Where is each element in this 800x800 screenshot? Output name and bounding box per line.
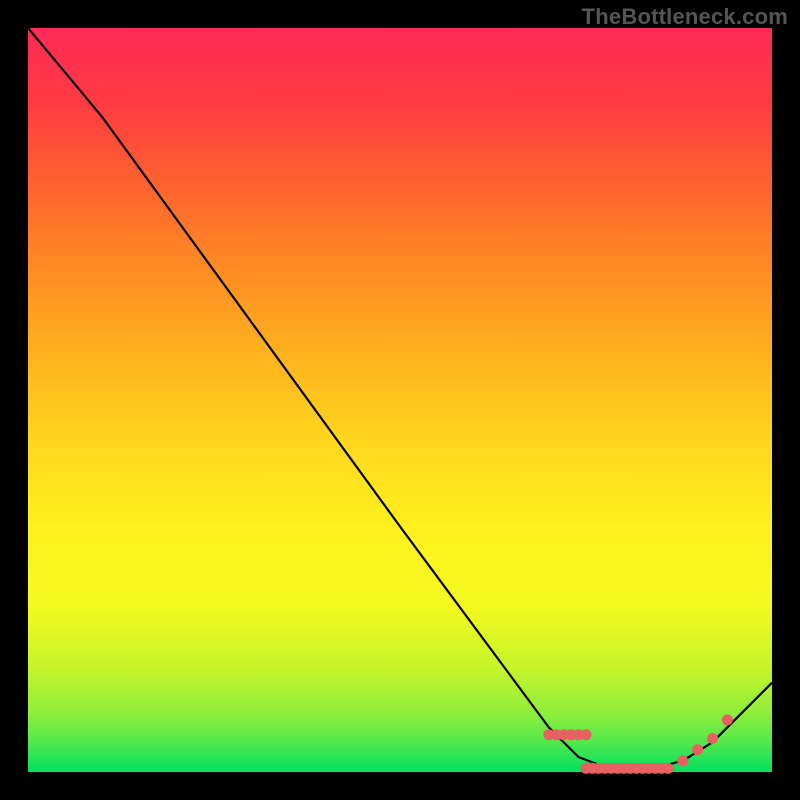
data-marker	[581, 729, 592, 740]
bottleneck-curve	[28, 28, 772, 768]
data-markers	[543, 714, 733, 773]
chart-container: TheBottleneck.com	[0, 0, 800, 800]
data-marker	[662, 763, 673, 774]
curve-svg	[28, 28, 772, 772]
data-marker	[707, 733, 718, 744]
data-marker	[677, 755, 688, 766]
watermark-text: TheBottleneck.com	[582, 4, 788, 30]
data-marker	[692, 744, 703, 755]
data-marker	[722, 714, 733, 725]
plot-area	[28, 28, 772, 772]
